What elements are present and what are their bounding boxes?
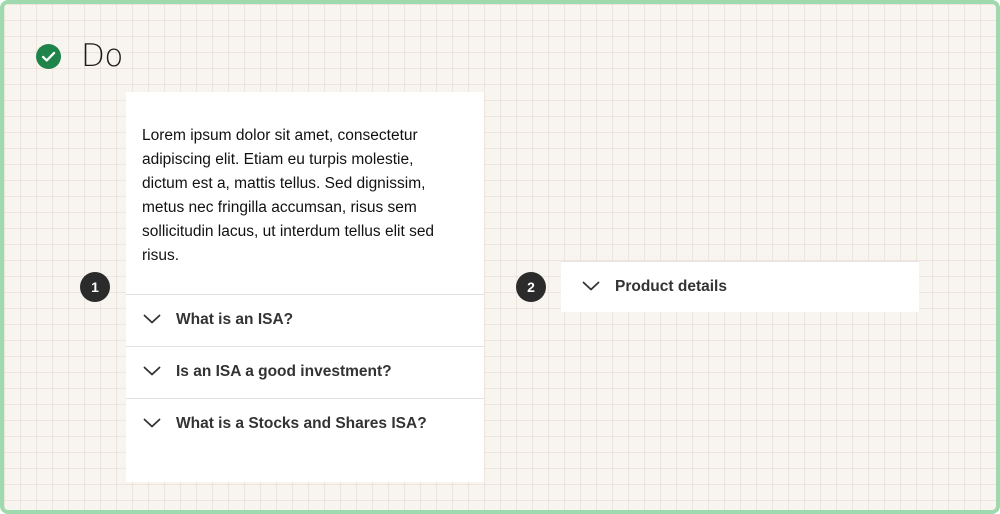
check-circle-icon — [36, 43, 61, 69]
accordion-item-label: Product details — [615, 278, 727, 295]
chevron-down-icon — [582, 281, 600, 291]
accordion-item-label: What is a Stocks and Shares ISA? — [176, 415, 427, 432]
accordion-item-label: What is an ISA? — [176, 311, 294, 328]
accordion-item-what-is-isa[interactable]: What is an ISA? — [126, 294, 484, 346]
chevron-down-icon — [143, 366, 161, 376]
page-title: Do — [81, 38, 123, 74]
do-header: Do — [36, 38, 123, 74]
accordion-item-isa-good-investment[interactable]: Is an ISA a good investment? — [126, 346, 484, 398]
accordion-item-stocks-shares-isa[interactable]: What is a Stocks and Shares ISA? — [126, 398, 484, 450]
guideline-frame: Do 1 Lorem ipsum dolor sit amet, consect… — [0, 0, 1000, 514]
accordion-item-label: Is an ISA a good investment? — [176, 363, 392, 380]
accordion-item-product-details[interactable]: Product details — [561, 261, 919, 312]
chevron-down-icon — [143, 418, 161, 428]
chevron-down-icon — [143, 314, 161, 324]
accordion-example-card: Lorem ipsum dolor sit amet, consectetur … — [126, 92, 484, 482]
example-badge-2: 2 — [516, 272, 546, 302]
example-badge-1: 1 — [80, 272, 110, 302]
body-text: Lorem ipsum dolor sit amet, consectetur … — [142, 127, 435, 264]
